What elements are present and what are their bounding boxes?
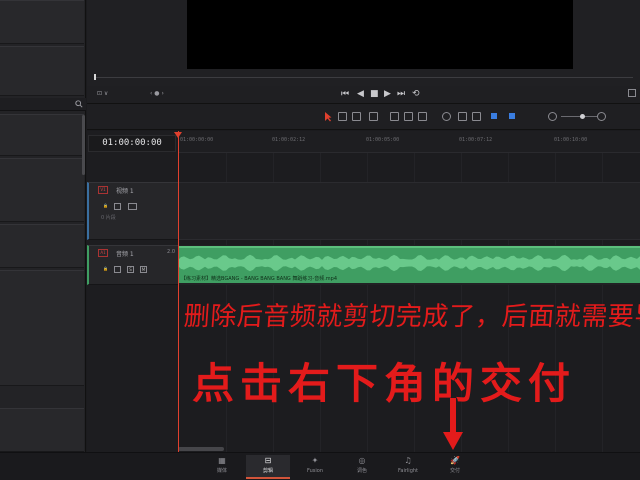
deliver-icon: 🚀 [450, 456, 460, 465]
go-to-end-button[interactable]: ⏭ [397, 89, 405, 100]
video-track-header[interactable]: V1 视频 1 🔒 0 片段 [87, 182, 178, 240]
clip-nav[interactable]: ‹ ● › [150, 90, 164, 97]
annotation-line-1: 删除后音频就剪切完成了，后面就需要导出 [182, 302, 640, 332]
insert-clip-icon[interactable] [390, 112, 399, 121]
viewer-scrubber[interactable] [95, 77, 633, 78]
audio-clip[interactable]: 【练习素材】精选BGANG - BANG BANG BANG 舞蹈练习-音频.m… [178, 246, 640, 283]
page-navigation-bar: ▦ 媒体 ⊟ 剪辑 ✦ Fusion ◎ 调色 ♫ Fairlight 🚀 交付 [0, 452, 640, 480]
overwrite-clip-icon[interactable] [404, 112, 413, 121]
go-to-start-button[interactable]: ⏮ [341, 89, 349, 100]
edit-toolbar [87, 104, 640, 130]
viewer-frame [187, 0, 573, 69]
ruler-tick: 01:00:10:00 [554, 137, 588, 143]
dynamic-trim-icon[interactable] [352, 112, 361, 121]
nav-label: 媒体 [216, 468, 227, 474]
transport-bar: ⊡ ∨ ‹ ● › ⏮ ◀ ■ ▶ ⏭ ⟲ [87, 86, 640, 104]
scrollbar[interactable] [82, 115, 85, 175]
playhead[interactable] [178, 131, 179, 452]
play-reverse-button[interactable]: ◀ [357, 89, 364, 100]
media-pool-block [0, 270, 84, 386]
nav-label: Fusion [307, 468, 323, 474]
nav-color[interactable]: ◎ 调色 [340, 455, 384, 479]
loop-button[interactable]: ⟲ [412, 89, 420, 100]
mute-button[interactable]: M [140, 266, 147, 273]
ruler-tick: 01:00:05:00 [366, 137, 400, 143]
nav-deliver[interactable]: 🚀 交付 [433, 455, 477, 479]
down-arrow-icon [443, 398, 463, 450]
track-id-badge: V1 [98, 186, 108, 194]
solo-button[interactable]: S [127, 266, 134, 273]
auto-select-icon[interactable] [114, 266, 121, 273]
nav-label: 调色 [356, 468, 367, 474]
playhead-handle[interactable] [174, 132, 182, 138]
color-icon: ◎ [358, 456, 366, 465]
lock-icon[interactable]: 🔒 [102, 266, 109, 273]
play-button[interactable]: ▶ [384, 89, 391, 100]
stop-button[interactable]: ■ [370, 89, 379, 100]
nav-label: Fairlight [397, 468, 418, 474]
audio-waveform [178, 254, 640, 272]
clip-count: 0 片段 [101, 215, 116, 221]
ruler-tick: 01:00:00:00 [180, 137, 214, 143]
nav-fusion[interactable]: ✦ Fusion [293, 455, 337, 479]
zoom-out-icon[interactable] [548, 112, 557, 121]
search-bar[interactable] [0, 98, 86, 111]
media-pool-panel [0, 0, 86, 452]
track-id-badge: A1 [98, 249, 108, 257]
video-track-lane[interactable] [178, 182, 640, 240]
snapping-icon[interactable] [442, 112, 451, 121]
auto-select-icon[interactable] [114, 203, 121, 210]
nav-edit[interactable]: ⊟ 剪辑 [246, 455, 290, 479]
nav-fairlight[interactable]: ♫ Fairlight [386, 455, 430, 479]
replace-clip-icon[interactable] [418, 112, 427, 121]
track-name: 视频 1 [116, 188, 134, 195]
track-level: 2.0 [167, 249, 175, 255]
flag-color-icon[interactable] [491, 113, 497, 119]
media-icon: ▦ [218, 456, 226, 465]
pointer-icon[interactable] [324, 112, 332, 122]
zoom-slider-handle[interactable] [580, 114, 585, 119]
media-pool-block [0, 46, 84, 96]
annotation-line-2: 点击右下角的交付 [192, 359, 577, 408]
expand-icon[interactable] [628, 89, 636, 97]
timecode-display: 01:00:00:00 [88, 135, 176, 152]
ruler-tick: 01:00:07:12 [459, 137, 493, 143]
monitor-icon[interactable] [128, 203, 137, 210]
zoom-slider[interactable] [561, 116, 597, 117]
media-pool-block [0, 224, 84, 268]
ruler-tick: 01:00:02:12 [272, 137, 306, 143]
viewer-panel [87, 0, 640, 86]
search-icon[interactable] [75, 100, 83, 108]
nav-media[interactable]: ▦ 媒体 [200, 455, 244, 479]
nav-label: 交付 [449, 468, 460, 474]
track-headers [87, 131, 178, 452]
audio-track-header[interactable]: A1 音频 1 2.0 🔒 S M [87, 245, 178, 285]
marker-color-icon[interactable] [509, 113, 515, 119]
fusion-icon: ✦ [311, 456, 319, 465]
media-pool-block [0, 408, 84, 452]
blade-tool-icon[interactable] [369, 112, 378, 121]
timeline-scrollbar[interactable] [178, 447, 224, 451]
trim-tool-icon[interactable] [338, 112, 347, 121]
zoom-menu[interactable]: ⊡ ∨ [97, 90, 108, 97]
link-icon[interactable] [458, 112, 467, 121]
fairlight-icon: ♫ [404, 456, 412, 465]
media-pool-block [0, 158, 84, 222]
media-pool-block [0, 0, 84, 44]
zoom-in-icon[interactable] [597, 112, 606, 121]
timeline-ruler[interactable]: 01:00:00:00 01:00:02:12 01:00:05:00 01:0… [178, 131, 640, 153]
viewer-playhead[interactable] [94, 74, 96, 80]
nav-label: 剪辑 [262, 468, 273, 474]
edit-icon: ⊟ [264, 456, 272, 465]
media-pool-block [0, 114, 84, 156]
position-lock-icon[interactable] [472, 112, 481, 121]
audio-clip-name: 【练习素材】精选BGANG - BANG BANG BANG 舞蹈练习-音频.m… [181, 276, 338, 282]
track-name: 音频 1 [116, 251, 134, 258]
lock-icon[interactable]: 🔒 [102, 203, 109, 210]
